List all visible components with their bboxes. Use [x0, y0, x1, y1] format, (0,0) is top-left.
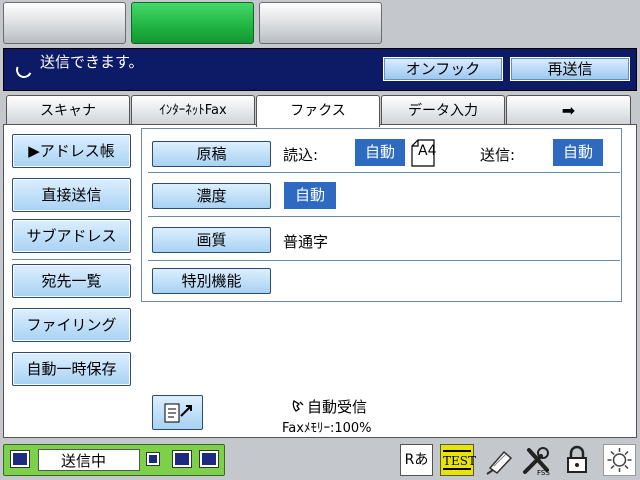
on-hook-button[interactable]: オンフック	[383, 57, 503, 81]
auto-receive-label: 自動受信	[307, 398, 368, 416]
input-mode-indicator[interactable]: Rあ	[400, 444, 433, 476]
mode-tab-fax-active[interactable]	[131, 2, 254, 44]
quality-button[interactable]: 画質	[152, 227, 271, 253]
job-status-box[interactable]: 送信中	[3, 444, 225, 476]
settings-divider	[148, 172, 620, 173]
density-value: 自動	[284, 182, 336, 209]
sub-address-button[interactable]: サブアドレス	[12, 219, 131, 253]
left-divider	[12, 259, 131, 260]
filing-button[interactable]: ファイリング	[12, 308, 131, 342]
mode-tab-1[interactable]	[3, 2, 126, 44]
read-label: 読込:	[283, 146, 319, 164]
monitor-icon	[199, 450, 219, 468]
fax-memory-label: Faxﾒﾓﾘｰ:100%	[282, 421, 372, 436]
paper-size-icon: A4	[411, 139, 437, 167]
send-label: 送信:	[480, 146, 516, 164]
toner-icon[interactable]	[484, 444, 516, 476]
tab-data-entry[interactable]: データ入力	[381, 95, 505, 125]
test-label: TEST	[443, 450, 476, 470]
lock-icon[interactable]	[562, 444, 592, 476]
tab-scanner[interactable]: スキャナ	[6, 95, 130, 125]
settings-divider	[148, 216, 620, 217]
density-button[interactable]: 濃度	[152, 183, 271, 209]
test-indicator[interactable]: TEST	[440, 444, 476, 476]
quality-value: 普通字	[283, 233, 329, 251]
direct-send-button[interactable]: 直接送信	[12, 178, 131, 212]
special-functions-button[interactable]: 特別機能	[152, 268, 271, 294]
scan-send-button[interactable]	[152, 395, 203, 430]
auto-temp-save-button[interactable]: 自動一時保存	[12, 352, 131, 386]
monitor-icon	[172, 450, 192, 468]
monitor-icon	[10, 450, 30, 468]
tab-internet-fax[interactable]: ｲﾝﾀｰﾈｯﾄFax	[131, 95, 255, 125]
status-message: 送信できます。	[40, 53, 144, 71]
paper-size-label: A4	[418, 143, 437, 159]
destination-list-button[interactable]: 宛先一覧	[12, 264, 131, 298]
tools-icon[interactable]: FSS	[521, 444, 555, 477]
send-value: 自動	[553, 139, 603, 166]
original-button[interactable]: 原稿	[152, 141, 271, 167]
tab-next-arrow[interactable]: ➡	[506, 95, 631, 125]
mode-tab-3[interactable]	[259, 2, 382, 44]
job-status-text: 送信中	[38, 449, 140, 471]
settings-divider	[148, 260, 620, 261]
brightness-icon[interactable]	[603, 444, 636, 476]
monitor-icon	[146, 452, 160, 466]
resend-button[interactable]: 再送信	[510, 57, 630, 81]
read-value: 自動	[355, 139, 405, 166]
status-bar: 送信できます。 オンフック 再送信	[3, 48, 637, 91]
document-send-icon	[164, 403, 192, 423]
address-book-button[interactable]: ▶アドレス帳	[12, 134, 131, 168]
tab-fax[interactable]: ファクス	[256, 95, 380, 127]
phone-icon	[13, 59, 35, 81]
svg-text:FSS: FSS	[537, 469, 550, 476]
auto-receive-icon	[292, 398, 304, 412]
